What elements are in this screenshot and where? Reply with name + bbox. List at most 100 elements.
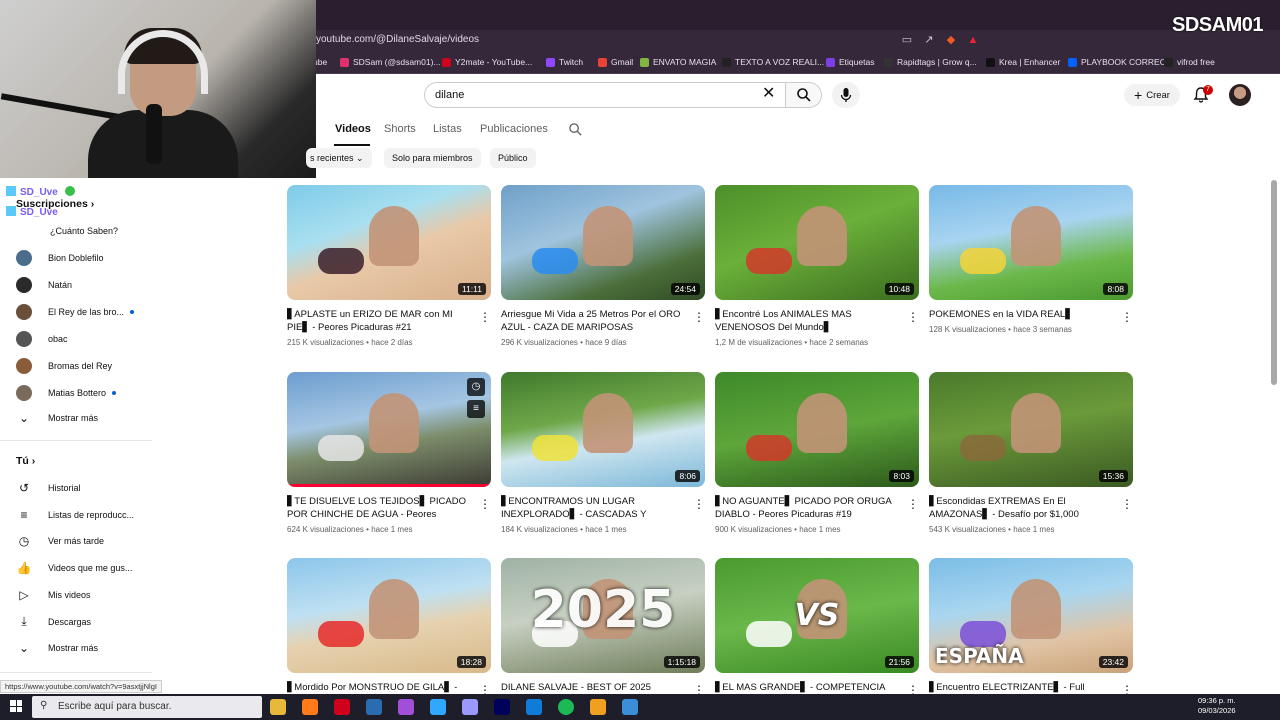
chip-recent[interactable]: s recientes ⌄ <box>306 148 372 168</box>
video-thumbnail[interactable]: 15:36 <box>929 372 1133 487</box>
sidebar-item-my-videos[interactable]: ▷ Mis videos <box>16 585 146 605</box>
tab-lists[interactable]: Listas <box>433 123 462 135</box>
video-card[interactable]: 24:54 Arriesgue Mi Vida a 25 Metros Por e… <box>501 185 705 347</box>
subscription-item[interactable]: Bromas del Rey <box>16 356 146 376</box>
bookmark-item[interactable]: vifrod free <box>1164 57 1215 67</box>
video-card[interactable]: VS21:56▋EL MAS GRANDE▋ - COMPETENCIA de⋮ <box>715 558 919 707</box>
brave-shield-icon[interactable]: ◆ <box>944 33 958 47</box>
video-title[interactable]: ▋ENCONTRAMOS UN LUGAR INEXPLORADO▋ - CAS… <box>501 495 681 521</box>
sidebar-item-watch-later[interactable]: ◷ Ver más tarde <box>16 531 146 551</box>
file-explorer-icon[interactable] <box>270 699 286 715</box>
video-thumbnail[interactable]: 11:11 <box>287 185 491 300</box>
video-title[interactable]: ▋APLASTE un ERIZO DE MAR con MI PIE▋ - P… <box>287 308 467 334</box>
address-url[interactable]: youtube.com/@DilaneSalvaje/videos <box>316 34 479 45</box>
video-card[interactable]: ESPAÑA 23:42 ▋Encuentro ELECTRIZANTE▋ - Fu… <box>929 558 1133 697</box>
video-card[interactable]: ◷ ≡ ▋TE DISUELVE LOS TEJIDOS▋ PICADO POR C… <box>287 372 491 534</box>
video-thumbnail[interactable]: 8:08 <box>929 185 1133 300</box>
create-button[interactable]: + Crear <box>1124 84 1180 106</box>
page-scrollbar[interactable] <box>1271 180 1277 385</box>
app-icon[interactable] <box>366 699 382 715</box>
video-title[interactable]: ▋Mordido Por MONSTRUO DE GILA▋ - <box>287 681 467 694</box>
video-card[interactable]: 15:36 ▋Escondidas EXTREMAS En El AMAZONAS… <box>929 372 1133 534</box>
windows-start-icon[interactable] <box>10 700 22 712</box>
show-more-you[interactable]: ⌄ Mostrar más <box>16 638 146 658</box>
subscription-item[interactable]: Natán <box>16 275 146 295</box>
paint-icon[interactable] <box>398 699 414 715</box>
brave-icon[interactable] <box>302 699 318 715</box>
bookmark-item[interactable]: TEXTO A VOZ REALI... <box>722 57 824 67</box>
video-thumbnail[interactable]: 24:54 <box>501 185 705 300</box>
edge-icon[interactable] <box>526 699 542 715</box>
sidebar-item-download[interactable]: ⤓ Descargas <box>16 612 146 632</box>
bookmark-item[interactable]: Gmail <box>598 57 633 67</box>
taskbar-search-input[interactable]: Escribe aquí para buscar. <box>32 696 262 718</box>
show-more-subscriptions[interactable]: ⌄ Mostrar más <box>16 408 146 428</box>
subscription-item[interactable]: obac <box>16 329 146 349</box>
bookmark-item[interactable]: PLAYBOOK CORREO <box>1068 57 1166 67</box>
video-card[interactable]: 2025 1:15:18 DILANE SALVAJE - BEST OF 2025… <box>501 558 705 697</box>
you-heading[interactable]: Tú › <box>16 455 35 467</box>
photoshop-icon[interactable] <box>430 699 446 715</box>
sidebar-item-history[interactable]: ↺ Historial <box>16 478 146 498</box>
tab-shorts[interactable]: Shorts <box>384 123 416 135</box>
video-title[interactable]: ▋TE DISUELVE LOS TEJIDOS▋ PICADO POR CHI… <box>287 495 467 521</box>
video-title[interactable]: DILANE SALVAJE - BEST OF 2025 <box>501 681 681 694</box>
bookmark-item[interactable]: ENVATO MAGIA <box>640 57 716 67</box>
video-card[interactable]: 10:48 ▋Encontré Los ANIMALES MAS VENENOSO… <box>715 185 919 347</box>
more-actions-icon[interactable]: ⋮ <box>1121 497 1133 511</box>
clear-search-icon[interactable]: ✕ <box>762 86 775 102</box>
sidebar-item-thumbs-up[interactable]: 👍 Videos que me gus... <box>16 558 146 578</box>
video-card[interactable]: 8:08 POKEMONES en la VIDA REAL▋ 128 K visu… <box>929 185 1133 334</box>
video-title[interactable]: Arriesgue Mi Vida a 25 Metros Por el ORO… <box>501 308 681 334</box>
video-thumbnail[interactable]: 2025 1:15:18 <box>501 558 705 673</box>
more-actions-icon[interactable]: ⋮ <box>479 497 491 511</box>
after-effects-icon[interactable] <box>494 699 510 715</box>
video-thumbnail[interactable]: 8:06 <box>501 372 705 487</box>
tab-posts[interactable]: Publicaciones <box>480 123 548 135</box>
account-avatar[interactable] <box>1229 84 1251 106</box>
video-thumbnail[interactable]: ◷ ≡ <box>287 372 491 487</box>
search-button[interactable] <box>786 82 822 108</box>
subscription-item[interactable]: El Rey de las bro... <box>16 302 146 322</box>
share-icon[interactable]: ↗ <box>922 33 936 47</box>
more-actions-icon[interactable]: ⋮ <box>479 310 491 324</box>
bookmark-item[interactable]: SDSam (@sdsam01)... <box>340 57 441 67</box>
bookmark-item[interactable]: Krea | Enhancer <box>986 57 1060 67</box>
video-card[interactable]: 8:06 ▋ENCONTRAMOS UN LUGAR INEXPLORADO▋ -… <box>501 372 705 534</box>
video-thumbnail[interactable]: ESPAÑA 23:42 <box>929 558 1133 673</box>
search-input[interactable]: dilane <box>424 82 786 108</box>
watch-later-icon[interactable]: ◷ <box>467 378 485 396</box>
bookmark-item[interactable]: Twitch <box>546 57 583 67</box>
more-actions-icon[interactable]: ⋮ <box>907 310 919 324</box>
bookmark-item[interactable]: Rapidtags | Grow q... <box>884 57 977 67</box>
screen-icon[interactable]: ▭ <box>900 33 914 47</box>
spotify-icon[interactable] <box>558 699 574 715</box>
video-title[interactable]: ▋Escondidas EXTREMAS En El AMAZONAS▋ - D… <box>929 495 1109 521</box>
video-card[interactable]: 11:11 ▋APLASTE un ERIZO DE MAR con MI PIE… <box>287 185 491 347</box>
more-actions-icon[interactable]: ⋮ <box>907 497 919 511</box>
news-icon[interactable] <box>334 699 350 715</box>
video-thumbnail[interactable]: 18:28 <box>287 558 491 673</box>
warning-icon[interactable]: ▲ <box>966 33 980 47</box>
app-icon[interactable] <box>590 699 606 715</box>
chip-public[interactable]: Público <box>490 148 536 168</box>
calculator-icon[interactable] <box>622 699 638 715</box>
subscription-item[interactable]: Matias Bottero <box>16 383 146 403</box>
taskbar-clock[interactable]: 09:36 p. m. 09/03/2026 <box>1198 696 1236 716</box>
video-title[interactable]: ▋Encuentro ELECTRIZANTE▋ - Full <box>929 681 1109 694</box>
voice-search-button[interactable] <box>832 82 860 108</box>
bookmark-item[interactable]: Y2mate - YouTube... <box>442 57 532 67</box>
video-card[interactable]: 18:28 ▋Mordido Por MONSTRUO DE GILA▋ - ⋮ <box>287 558 491 697</box>
video-thumbnail[interactable]: VS 21:56 <box>715 558 919 673</box>
add-to-queue-icon[interactable]: ≡ <box>467 400 485 418</box>
more-actions-icon[interactable]: ⋮ <box>1121 310 1133 324</box>
video-title[interactable]: POKEMONES en la VIDA REAL▋ <box>929 308 1109 321</box>
subscription-item[interactable]: Bion Doblefilo <box>16 248 146 268</box>
video-title[interactable]: ▋NO AGUANTE▋ PICADO POR ORUGA DIABLO - P… <box>715 495 895 521</box>
tab-videos[interactable]: Videos <box>335 123 371 135</box>
premiere-icon[interactable] <box>462 699 478 715</box>
channel-search-icon[interactable] <box>568 122 583 137</box>
video-title[interactable]: ▋Encontré Los ANIMALES MAS VENENOSOS Del… <box>715 308 895 334</box>
video-thumbnail[interactable]: 10:48 <box>715 185 919 300</box>
video-card[interactable]: 8:03 ▋NO AGUANTE▋ PICADO POR ORUGA DIABLO… <box>715 372 919 534</box>
